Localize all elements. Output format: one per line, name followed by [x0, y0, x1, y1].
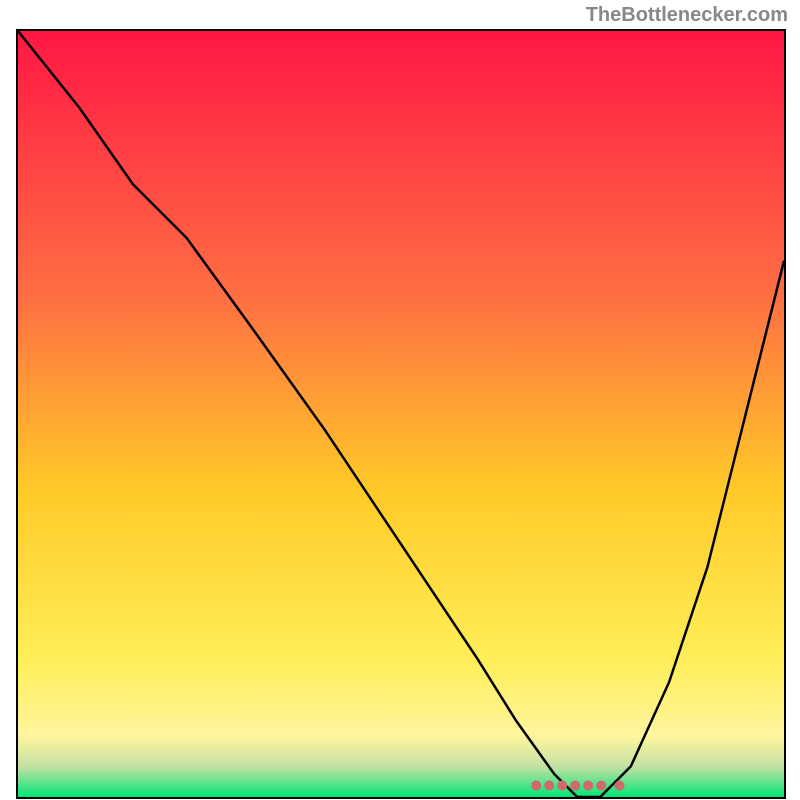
chart-plot-area [16, 29, 786, 799]
attribution-text: TheBottlenecker.com [586, 4, 788, 27]
optimal-range-marker [18, 31, 784, 797]
